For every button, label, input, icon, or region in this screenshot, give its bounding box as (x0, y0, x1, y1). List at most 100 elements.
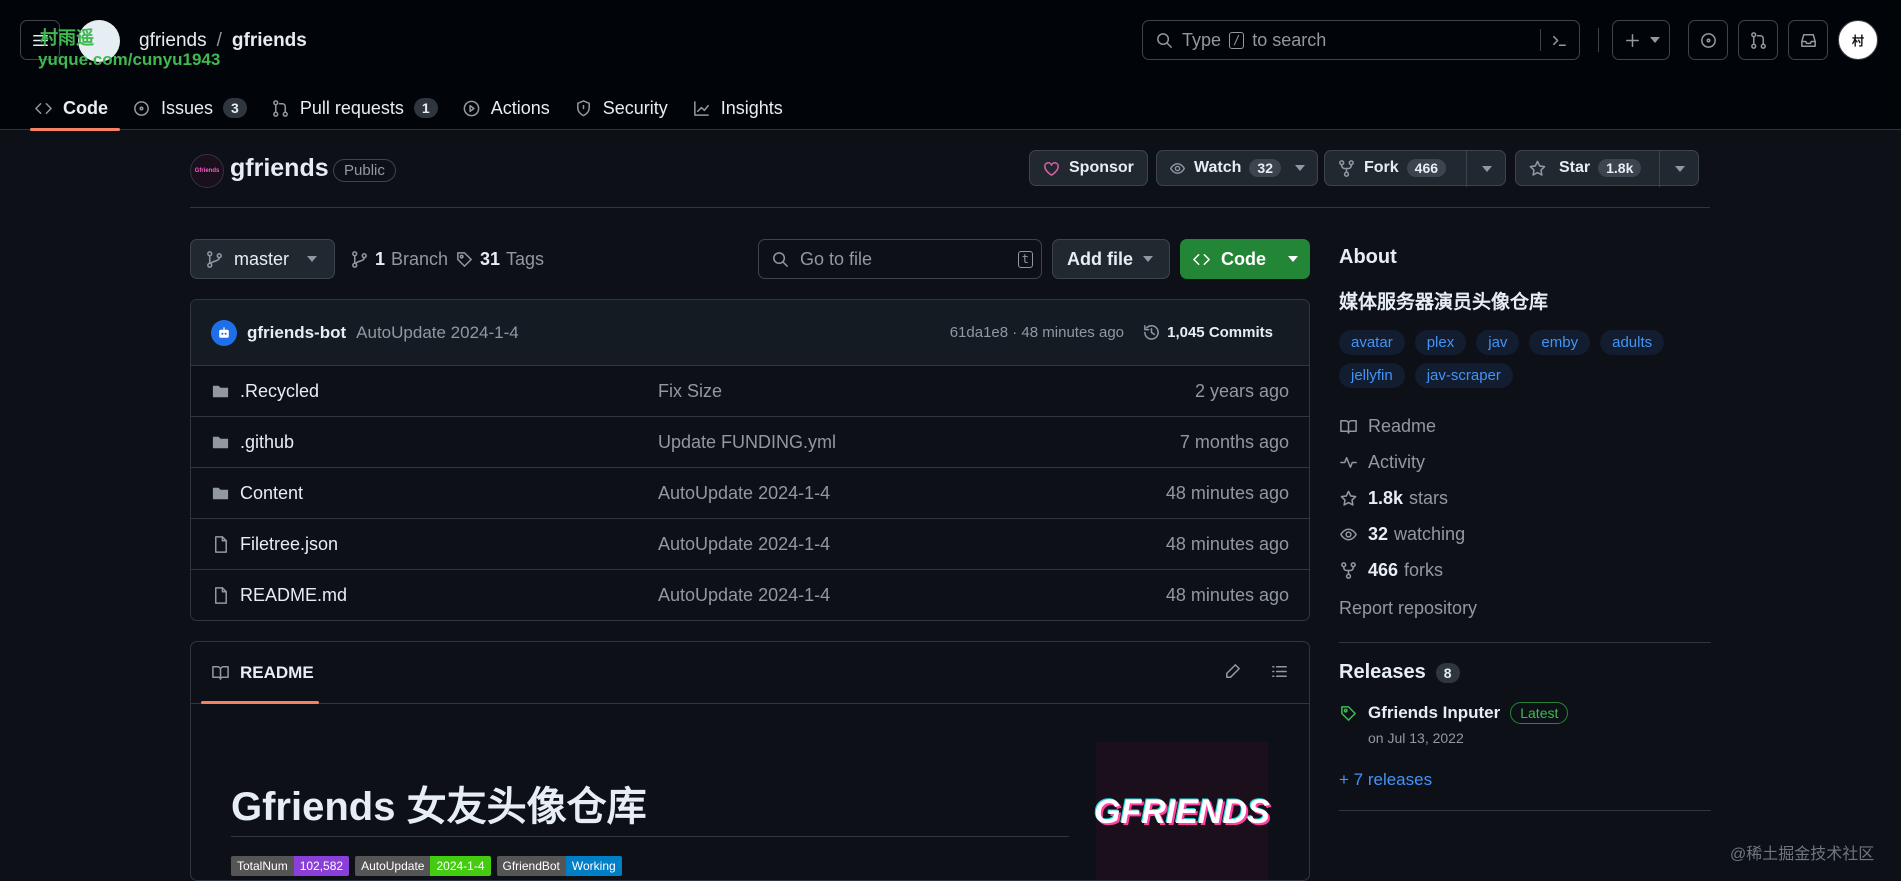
file-commit-message[interactable]: Fix Size (658, 381, 722, 402)
releases-heading[interactable]: Releases 8 (1339, 661, 1711, 684)
breadcrumb-repo[interactable]: gfriends (232, 30, 307, 52)
stars-count: 1.8k (1368, 487, 1404, 508)
branch-selector[interactable]: master (190, 239, 335, 279)
sponsor-button[interactable]: Sponsor (1029, 150, 1148, 186)
file-commit-message[interactable]: AutoUpdate 2024-1-4 (658, 585, 830, 606)
watermark-text: 村雨遥 (40, 28, 94, 48)
search-shortcut-key: / (1229, 31, 1245, 49)
file-name[interactable]: README.md (240, 585, 347, 606)
inbox-button[interactable] (1788, 20, 1828, 60)
topic-tag[interactable]: plex (1414, 330, 1467, 355)
tags-link[interactable]: 31 Tags (455, 239, 544, 279)
file-name[interactable]: .Recycled (240, 381, 319, 402)
watch-button[interactable]: Watch 32 (1156, 150, 1318, 186)
file-icon (214, 535, 227, 553)
tab-code[interactable]: Code (22, 86, 120, 131)
file-row[interactable]: Content AutoUpdate 2024-1-4 48 minutes a… (191, 468, 1309, 519)
commit-author[interactable]: gfriends-bot (247, 323, 346, 343)
readme-tab[interactable]: README (240, 663, 314, 683)
plus-icon (1625, 33, 1639, 47)
badge-total-num[interactable]: TotalNum 102,582 (231, 856, 350, 876)
tab-actions[interactable]: Actions (450, 86, 562, 130)
watching-link[interactable]: 32 watching (1339, 516, 1711, 552)
go-to-file-shortcut: t (1017, 251, 1033, 268)
tab-issues-label: Issues (161, 97, 214, 118)
file-name[interactable]: Content (240, 483, 303, 504)
folder-icon (212, 487, 229, 499)
header-divider (1598, 28, 1599, 52)
list-icon[interactable] (1270, 662, 1289, 681)
repo-title[interactable]: gfriends (230, 154, 329, 183)
topic-tag[interactable]: avatar (1339, 330, 1405, 355)
file-age: 2 years ago (1194, 380, 1289, 401)
add-file-label: Add file (1067, 248, 1133, 269)
topic-tag[interactable]: jellyfin (1339, 363, 1405, 388)
file-name[interactable]: Filetree.json (240, 534, 338, 555)
shield-icon (576, 99, 590, 116)
sponsor-label: Sponsor (1069, 159, 1134, 176)
fork-label: Fork (1364, 159, 1399, 176)
tab-insights-label: Insights (720, 97, 783, 118)
issues-button[interactable] (1688, 20, 1728, 60)
code-button[interactable]: Code (1180, 239, 1310, 279)
pencil-icon[interactable] (1223, 662, 1242, 681)
about-title: About (1339, 246, 1397, 268)
report-repository-link[interactable]: Report repository (1339, 590, 1711, 626)
go-to-file-input[interactable]: Go to file t (758, 239, 1042, 279)
latest-release[interactable]: Gfriends Inputer Latest on Jul 13, 2022 (1339, 702, 1711, 746)
tab-issues-count: 3 (223, 98, 247, 118)
issue-icon (134, 100, 149, 116)
stars-link[interactable]: 1.8k stars (1339, 480, 1711, 516)
commits-count: 1,045 Commits (1167, 324, 1273, 341)
topic-tag[interactable]: adults (1600, 330, 1665, 355)
chevron-down-icon (307, 256, 318, 262)
file-toolbar: master 1 Branch 31 Tags Go to file t Add… (190, 239, 1310, 279)
create-new-button[interactable] (1612, 20, 1670, 60)
tab-security[interactable]: Security (562, 86, 680, 130)
release-name[interactable]: Gfriends Inputer (1368, 703, 1500, 723)
search-icon (1157, 32, 1172, 48)
topic-tag[interactable]: jav (1476, 330, 1520, 355)
file-name[interactable]: .github (240, 432, 294, 453)
visibility-badge: Public (333, 159, 396, 182)
bot-avatar[interactable] (211, 319, 237, 346)
file-row[interactable]: .github Update FUNDING.yml 7 months ago (191, 417, 1309, 468)
file-row[interactable]: .Recycled Fix Size 2 years ago (191, 366, 1309, 417)
activity-link[interactable]: Activity (1339, 444, 1711, 480)
commit-message[interactable]: AutoUpdate 2024-1-4 (356, 323, 519, 343)
fork-button[interactable]: Fork 466 (1324, 150, 1506, 187)
pull-requests-button[interactable] (1738, 20, 1778, 60)
global-search[interactable]: Type / to search (1142, 20, 1580, 60)
more-releases-link[interactable]: + 7 releases (1339, 770, 1711, 790)
breadcrumb-owner[interactable]: gfriends (139, 30, 207, 52)
star-button[interactable]: Star 1.8k (1515, 150, 1699, 187)
file-age: 48 minutes ago (1165, 585, 1289, 605)
forks-link[interactable]: 466 forks (1339, 552, 1711, 588)
repo-header: Gfriends gfriends Public Sponsor Watch 3… (190, 150, 1710, 208)
file-commit-message[interactable]: AutoUpdate 2024-1-4 (658, 483, 830, 504)
file-commit-message[interactable]: AutoUpdate 2024-1-4 (658, 534, 830, 555)
command-palette-icon[interactable] (1550, 31, 1569, 50)
add-file-button[interactable]: Add file (1052, 239, 1170, 279)
play-icon (463, 100, 480, 116)
tab-insights[interactable]: Insights (680, 86, 795, 130)
topic-tag[interactable]: jav-scraper (1414, 363, 1513, 388)
tab-issues[interactable]: Issues 3 (120, 86, 259, 130)
commit-sha-time[interactable]: 61da1e8 · 48 minutes ago (950, 324, 1124, 341)
user-avatar[interactable]: 村 (1838, 20, 1878, 60)
badge-gfriend-bot[interactable]: GfriendBot Working (496, 856, 622, 876)
file-commit-message[interactable]: Update FUNDING.yml (658, 432, 836, 453)
file-row[interactable]: README.md AutoUpdate 2024-1-4 48 minutes… (191, 570, 1309, 620)
fork-dropdown[interactable] (1466, 151, 1506, 187)
file-row[interactable]: Filetree.json AutoUpdate 2024-1-4 48 min… (191, 519, 1309, 570)
repo-logo: Gfriends (190, 154, 224, 188)
file-age: 48 minutes ago (1165, 482, 1289, 503)
watch-label: Watch (1194, 159, 1242, 176)
branches-link[interactable]: 1 Branch (350, 239, 448, 279)
commits-link[interactable]: 1,045 Commits (1142, 323, 1273, 342)
tab-pull-requests[interactable]: Pull requests 1 (259, 86, 450, 130)
star-dropdown[interactable] (1659, 151, 1699, 187)
topic-tag[interactable]: emby (1529, 330, 1591, 355)
badge-auto-update[interactable]: AutoUpdate 2024-1-4 (355, 856, 491, 876)
readme-link[interactable]: Readme (1339, 408, 1711, 444)
